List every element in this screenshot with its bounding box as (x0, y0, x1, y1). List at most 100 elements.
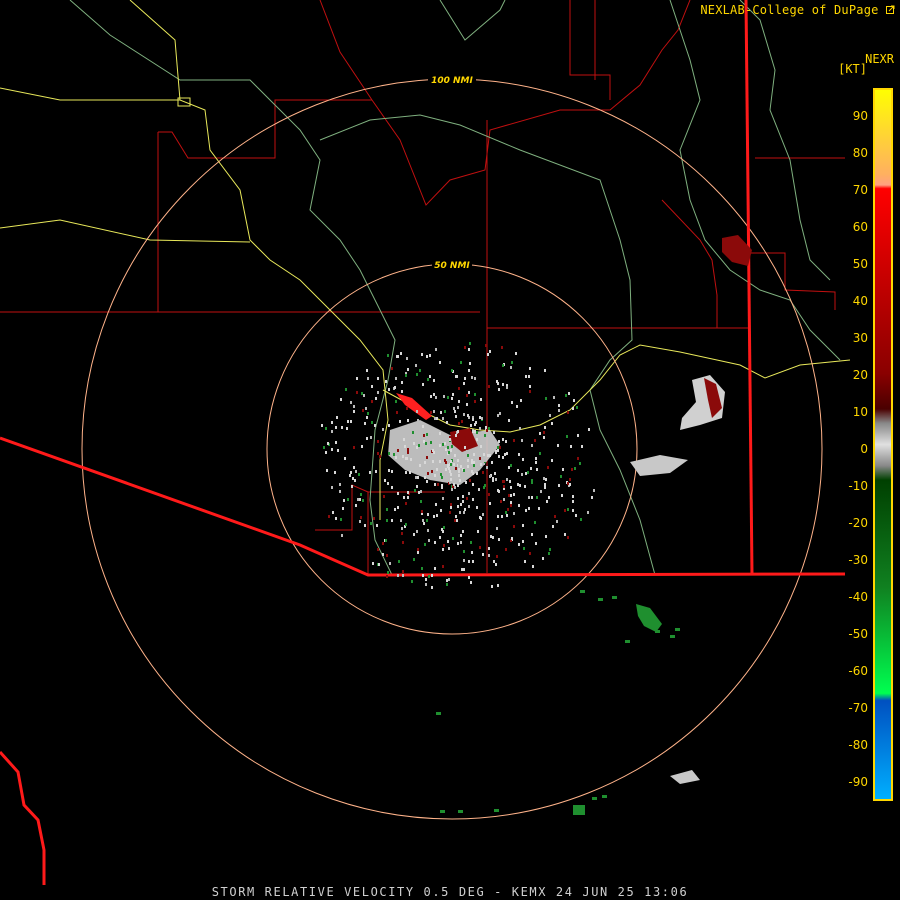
clutter-pixel (468, 576, 470, 579)
clutter-pixel (446, 583, 448, 586)
clutter-pixel (468, 492, 470, 495)
clutter-pixel (455, 434, 457, 437)
clutter-pixel (433, 410, 435, 413)
clutter-pixel (471, 470, 473, 473)
ring-label-50: 50 NMI (434, 261, 470, 271)
clutter-pixel (415, 476, 417, 479)
clutter-pixel (506, 386, 508, 389)
clutter-pixel (544, 486, 546, 489)
clutter-pixel (525, 509, 527, 512)
clutter-pixel (397, 574, 399, 577)
clutter-pixel (422, 519, 424, 522)
clutter-pixel (468, 391, 470, 394)
clutter-pixel (455, 467, 457, 470)
clutter-pixel (564, 533, 566, 536)
clutter-pixel (569, 478, 571, 481)
clutter-pixel (463, 559, 465, 562)
clutter-pixel (522, 524, 524, 527)
clutter-pixel (388, 469, 390, 472)
legend-tick-label: -80 (848, 738, 868, 752)
velocity-legend: 90 80 70 60 50 40 30 20 10 0 -10 -20 -30 -40 -50 -60 -70… (848, 88, 893, 801)
clutter-pixel (539, 452, 541, 455)
clutter-pixel (507, 508, 509, 511)
clutter-pixel (473, 464, 475, 467)
clutter-pixel (362, 409, 364, 412)
clutter-pixel (570, 445, 572, 448)
clutter-pixel (407, 496, 409, 499)
clutter-pixel (321, 424, 323, 427)
clutter-pixel (376, 524, 378, 527)
clutter-pixel (440, 509, 442, 512)
clutter-pixel (404, 445, 406, 448)
clutter-pixel (411, 580, 413, 583)
clutter-pixel (415, 364, 417, 367)
clutter-pixel (402, 570, 404, 573)
legend-tick-label: -90 (848, 775, 868, 789)
clutter-pixel (557, 444, 559, 447)
clutter-pixel (356, 377, 358, 380)
clutter-pixel (469, 362, 471, 365)
clutter-pixel (472, 483, 474, 486)
clutter-pixel (377, 377, 379, 380)
clutter-pixel (558, 484, 560, 487)
clutter-pixel (426, 456, 428, 459)
clutter-pixel (488, 554, 490, 557)
clutter-pixel (335, 517, 337, 520)
clutter-pixel (548, 552, 550, 555)
clutter-pixel (549, 548, 551, 551)
clutter-pixel (416, 410, 418, 413)
clutter-pixel (358, 473, 360, 476)
clutter-pixel (453, 463, 455, 466)
clutter-pixel (488, 547, 490, 550)
inbound-speck (436, 712, 441, 715)
clutter-pixel (567, 536, 569, 539)
clutter-pixel (436, 417, 438, 420)
clutter-pixel (523, 547, 525, 550)
clutter-pixel (434, 417, 436, 420)
inbound-speck (592, 797, 597, 800)
clutter-pixel (588, 428, 590, 431)
clutter-pixel (535, 542, 537, 545)
clutter-pixel (474, 430, 476, 433)
clutter-pixel (543, 436, 545, 439)
clutter-pixel (502, 438, 504, 441)
clutter-pixel (587, 511, 589, 514)
clutter-pixel (573, 399, 575, 402)
clutter-pixel (467, 459, 469, 462)
clutter-pixel (419, 369, 421, 372)
clutter-pixel (547, 466, 549, 469)
legend-tick-label: 0 (860, 442, 868, 456)
clutter-pixel (572, 495, 574, 498)
clutter-pixel (453, 407, 455, 410)
clutter-pixel (388, 424, 390, 427)
clutter-pixel (455, 464, 457, 467)
clutter-pixel (340, 518, 342, 521)
credit-text: NEXLAB-College of DuPage (700, 3, 879, 17)
clutter-pixel (325, 451, 327, 454)
clutter-pixel (517, 483, 519, 486)
clutter-pixel (430, 441, 432, 444)
clutter-pixel (461, 568, 463, 571)
clutter-pixel (548, 496, 550, 499)
clutter-pixel (362, 499, 364, 502)
clutter-pixel (391, 367, 393, 370)
clutter-pixel (441, 476, 443, 479)
clutter-pixel (560, 475, 562, 478)
clutter-pixel (405, 523, 407, 526)
clutter-pixel (440, 411, 442, 414)
clutter-pixel (456, 456, 458, 459)
clutter-pixel (379, 455, 381, 458)
clutter-pixel (459, 511, 461, 514)
clutter-pixel (468, 505, 470, 508)
clutter-pixel (506, 478, 508, 481)
clutter-pixel (498, 490, 500, 493)
clutter-pixel (349, 474, 351, 477)
clutter-pixel (486, 429, 488, 432)
clutter-pixel (497, 515, 499, 518)
clutter-pixel (387, 354, 389, 357)
clutter-pixel (353, 446, 355, 449)
clutter-pixel (472, 498, 474, 501)
clutter-pixel (432, 460, 434, 463)
clutter-pixel (371, 400, 373, 403)
clutter-pixel (429, 375, 431, 378)
